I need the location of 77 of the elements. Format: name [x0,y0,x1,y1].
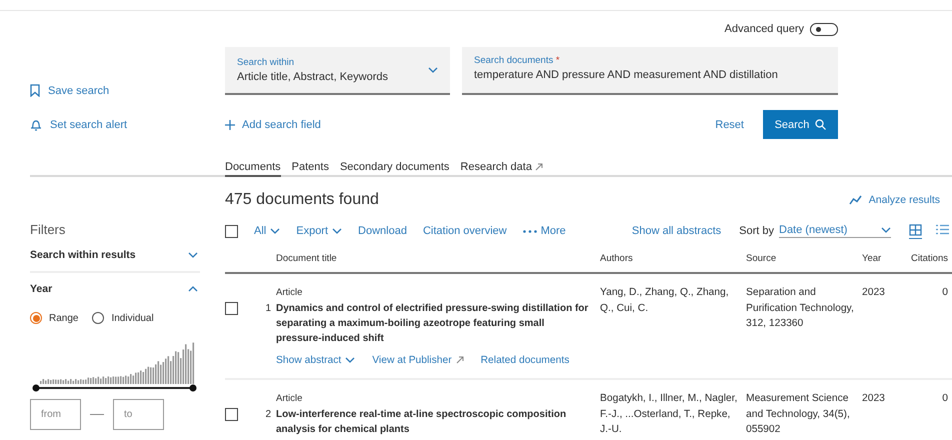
chevron-down-icon [345,357,356,364]
document-type: Article [276,286,304,300]
source-text: Measurement Science and Technology, 34(5), 055902 [746,393,850,435]
chevron-down-icon [270,228,280,234]
row-number: 1 [265,303,271,314]
select-all-checkbox[interactable] [225,224,238,238]
filter-section-header[interactable]: Year [30,283,200,295]
chevron-down-icon [881,227,891,233]
chevron-up-icon [188,286,198,292]
list-view-icon [936,224,949,235]
chevron-down-icon [188,252,198,258]
year-text: 2023 [862,393,885,404]
add-search-field-link[interactable]: Add search field [225,118,321,130]
year-mode-radio[interactable]: Range [30,312,78,324]
view-toggle[interactable] [909,224,922,238]
radio-button[interactable] [92,312,104,324]
column-header: Citations [911,253,948,264]
bell-icon [30,118,42,130]
search-button[interactable]: Search [763,110,838,139]
document-title-link[interactable]: Low-interference real-time at-line spectroscopic composition analysis for chemical plants [276,406,592,436]
authors-text: Yang, D., Zhang, Q., Zhang, Q., Cui, C. [600,287,729,314]
results-count: 475 documents found [225,191,379,209]
result-tab[interactable]: Research data [460,161,543,177]
related-documents-link[interactable]: Related documents [480,352,570,368]
result-tab[interactable]: Documents [225,161,281,177]
range-slider[interactable] [32,384,197,392]
more-menu[interactable]: More [522,225,566,237]
advanced-query-toggle[interactable] [810,22,838,36]
toolbar-link[interactable]: Citation overview [422,225,507,237]
toolbar-link[interactable]: Download [358,225,407,237]
result-tab[interactable]: Secondary documents [340,161,450,177]
source-text: Separation and Purification Technology, 312, 123360 [746,287,854,329]
chevron-down-icon [428,67,438,73]
external-link-icon [456,356,464,364]
search-within-select[interactable]: Search within Article title, Abstract, Keywords [225,47,450,95]
result-tab[interactable]: Patents [292,161,329,177]
year-text: 2023 [862,287,885,298]
row-checkbox[interactable] [225,408,238,421]
row-checkbox[interactable] [225,302,238,315]
analyze-results-link[interactable]: Analyze results [848,194,940,206]
publisher-link[interactable]: View at Publisher [372,352,464,368]
set-alert-link[interactable]: Set search alert [30,118,128,130]
slider-thumb[interactable] [32,384,40,392]
show-abstract-link[interactable]: Show abstract [276,352,356,368]
citations-count: 0 [942,287,948,298]
filter-section-header[interactable]: Search within results [30,249,200,261]
column-header: Source [746,253,776,264]
document-type: Article [276,392,304,406]
document-title-link[interactable]: Dynamics and control of electrified pressure-swing distillation for separating a maximum-boiling azeotrope featuring small pressure-induced shift [276,300,592,346]
show-all-abstracts-link[interactable]: Show all abstracts [632,225,722,237]
column-header: Year [862,253,882,264]
grid-view-icon [909,224,922,236]
trend-line-icon [848,195,862,205]
filters-heading: Filters [30,222,66,237]
sort-select[interactable]: Date (newest) [779,224,891,238]
search-documents-field[interactable]: Search documents * temperature AND pressure AND measurement AND distillation [462,47,838,95]
column-header: Document title [276,253,338,264]
column-header: Authors [600,253,633,264]
from-year-field[interactable]: from [30,399,81,430]
bookmark-icon [30,84,40,97]
year-mode-radio[interactable]: Individual [92,312,154,324]
chevron-down-icon [332,228,342,234]
advanced-query-label: Advanced query [724,23,804,35]
to-year-field[interactable]: to [113,399,164,430]
slider-thumb[interactable] [190,384,196,392]
row-number: 2 [265,409,271,420]
authors-text: Bogatykh, I., Illner, M., Nagler, F.-J., ...Osterland, T., Repke, J.-U. [600,393,738,435]
toolbar-dropdown[interactable]: Export [296,225,342,237]
sort-label: Sort by [739,225,774,237]
radio-button[interactable] [30,312,42,324]
more-icon [522,230,537,232]
reset-link[interactable]: Reset [715,118,744,130]
citations-count: 0 [942,393,948,404]
save-search-link[interactable]: Save search [30,84,225,97]
plus-icon [225,120,235,130]
toolbar-dropdown[interactable]: All [254,225,280,237]
search-icon [815,119,826,130]
